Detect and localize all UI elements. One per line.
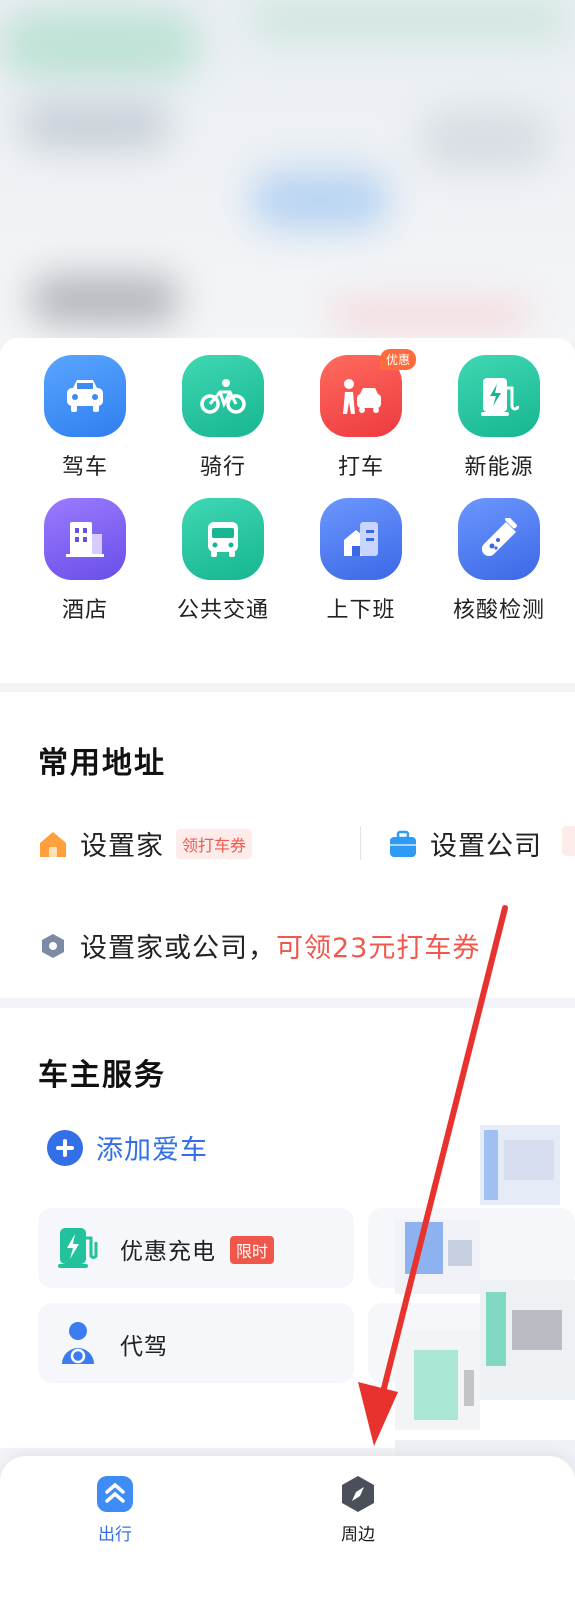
red-annotation-arrow: [358, 905, 508, 1446]
